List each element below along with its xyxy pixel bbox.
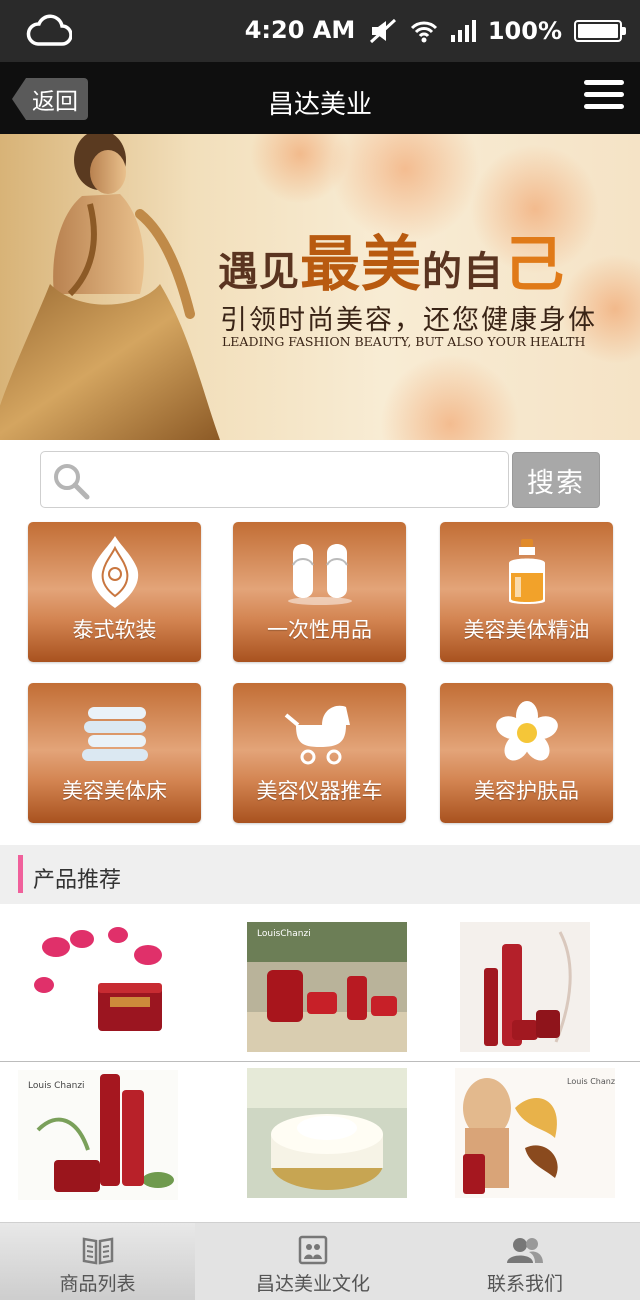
wifi-icon: [410, 21, 437, 43]
product-image-1[interactable]: [28, 925, 174, 1045]
contacts-icon: [507, 1238, 543, 1263]
category-instrument-trolley[interactable]: 美容仪器推车: [233, 683, 406, 823]
banner-subtitle-en: LEADING FASHION BEAUTY, BUT ALSO YOUR HE…: [222, 334, 586, 349]
signal-icon: [450, 20, 476, 42]
flower-icon: [495, 701, 558, 761]
book-icon: [82, 1237, 113, 1265]
category-label: 泰式软装: [72, 618, 157, 642]
banner-headline: 遇见最美的自己: [218, 230, 565, 300]
category-essential-oil[interactable]: 美容美体精油: [440, 522, 613, 662]
trolley-icon: [284, 705, 350, 765]
oil-bottle-icon: [508, 539, 545, 604]
battery-icon: [574, 20, 626, 42]
category-skincare[interactable]: 美容护肤品: [440, 683, 613, 823]
tab-company-culture[interactable]: 昌达美业文化: [213, 1223, 413, 1300]
tab-contact-us[interactable]: 联系我们: [430, 1223, 620, 1300]
category-label: 美容护肤品: [474, 779, 579, 803]
search-icon: [54, 464, 90, 500]
category-label: 美容美体精油: [463, 618, 590, 642]
product-row-divider: [0, 1061, 640, 1062]
towels-icon: [81, 707, 148, 761]
battery-percent: 100%: [487, 17, 562, 45]
category-label: 一次性用品: [267, 618, 372, 642]
tab-label: 联系我们: [486, 1273, 563, 1295]
tab-label: 昌达美业文化: [255, 1273, 370, 1295]
category-label: 美容美体床: [62, 779, 167, 803]
category-label: 美容仪器推车: [256, 779, 383, 803]
photo-icon: [298, 1235, 328, 1265]
category-beauty-bed[interactable]: 美容美体床: [28, 683, 201, 823]
product-brand: LouisChanzi: [257, 929, 311, 939]
search-box[interactable]: [40, 451, 509, 508]
tab-label: 商品列表: [59, 1273, 136, 1295]
mute-icon: [369, 18, 396, 44]
tab-bar: 商品列表 昌达美业文化 联系我们: [0, 1222, 640, 1300]
tab-product-list[interactable]: 商品列表: [0, 1223, 195, 1300]
slippers-icon: [287, 544, 352, 605]
product-brand: Louis Chanzi: [28, 1081, 85, 1091]
product-image-6[interactable]: Louis Chanzi: [455, 1068, 615, 1198]
product-image-4[interactable]: Louis Chanzi: [18, 1070, 178, 1200]
category-thai-decor[interactable]: 泰式软装: [28, 522, 201, 662]
thai-ornament-icon: [91, 536, 138, 608]
page-title: 昌达美业: [267, 90, 372, 120]
section-accent-bar: [18, 855, 23, 893]
product-image-5[interactable]: [247, 1068, 407, 1198]
product-image-2[interactable]: LouisChanzi: [247, 922, 407, 1052]
hero-banner[interactable]: 遇见最美的自己 引领时尚美容，还您健康身体 LEADING FASHION BE…: [0, 134, 640, 440]
menu-icon[interactable]: [584, 80, 624, 116]
status-bar: 4:20 AM 100%: [0, 0, 640, 62]
section-title: 产品推荐: [33, 868, 122, 893]
search-input[interactable]: [101, 458, 501, 502]
search-button[interactable]: 搜索: [512, 452, 600, 508]
banner-subtitle: 引领时尚美容，还您健康身体: [220, 305, 597, 336]
category-disposables[interactable]: 一次性用品: [233, 522, 406, 662]
product-brand: Louis Chanzi: [567, 1077, 615, 1086]
model-figure-image: [0, 134, 220, 440]
nav-bar: 返回 昌达美业: [0, 62, 640, 134]
product-image-3[interactable]: [460, 922, 590, 1052]
section-header: 产品推荐: [0, 845, 640, 904]
